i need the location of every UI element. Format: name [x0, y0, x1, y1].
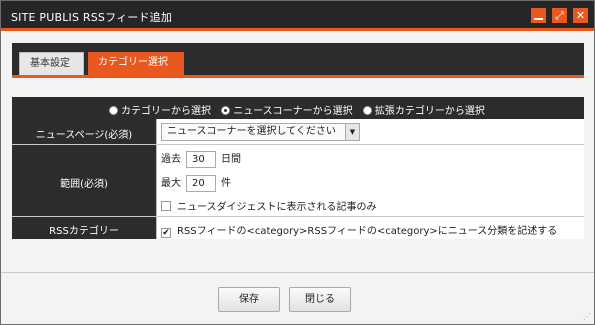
radio-extended-category-label: 拡張カテゴリーから選択	[374, 106, 485, 117]
radio-news-corner[interactable]: ニュースコーナーから選択	[221, 102, 353, 117]
max-unit: 件	[221, 178, 231, 189]
rss-feed-dialog: SITE PUBLIS RSSフィード追加 ⤢ ✕ 基本設定 カテゴリー選択 カ…	[0, 0, 595, 325]
past-days-input[interactable]: 30	[186, 150, 216, 168]
title-bar[interactable]: SITE PUBLIS RSSフィード追加 ⤢ ✕	[1, 1, 594, 31]
field-label: ニュースページ(必須)	[12, 119, 156, 144]
rss-category-option[interactable]: ✔ RSSフィードの<category>RSSフィードの<category>にニュ…	[161, 222, 557, 238]
past-unit: 日間	[221, 154, 241, 165]
max-count-input[interactable]: 20	[186, 174, 216, 192]
digest-only-checkbox[interactable]	[161, 201, 171, 211]
max-prefix: 最大	[161, 178, 181, 189]
dialog-footer: 保存 閉じる ⋰	[1, 273, 594, 324]
source-radio-group: カテゴリーから選択 ニュースコーナーから選択 拡張カテゴリーから選択	[12, 97, 584, 119]
radio-button-icon[interactable]	[109, 106, 118, 115]
field-label: RSSカテゴリー	[12, 217, 156, 239]
window-title: SITE PUBLIS RSSフィード追加	[11, 11, 173, 24]
resize-grip-icon[interactable]: ⋰	[583, 313, 591, 321]
maximize-icon[interactable]: ⤢	[552, 8, 567, 23]
tab-bar: 基本設定 カテゴリー選択	[12, 43, 584, 78]
radio-extended-category[interactable]: 拡張カテゴリーから選択	[362, 102, 485, 117]
digest-only-option[interactable]: ニュースダイジェストに表示される記事のみ	[161, 198, 377, 213]
past-days-line: 過去 30 日間	[161, 150, 241, 168]
radio-category-label: カテゴリーから選択	[121, 106, 211, 117]
radio-button-icon[interactable]	[362, 106, 372, 115]
radio-news-corner-label: ニュースコーナーから選択	[233, 106, 353, 117]
tab-category-select[interactable]: カテゴリー選択	[88, 52, 184, 75]
rss-category-checkbox[interactable]: ✔	[161, 228, 171, 238]
radio-button-checked-icon[interactable]	[221, 106, 231, 115]
digest-only-label: ニュースダイジェストに表示される記事のみ	[177, 202, 377, 213]
tab-basic-settings[interactable]: 基本設定	[19, 52, 84, 75]
save-button[interactable]: 保存	[218, 287, 280, 312]
field-label: 範囲(必須)	[12, 145, 156, 216]
form-row-news-page: ニュースページ(必須) ニュースコーナーを選択してください ▼	[12, 119, 584, 145]
radio-category[interactable]: カテゴリーから選択	[109, 102, 211, 117]
minimize-icon[interactable]	[531, 8, 546, 23]
dropdown-arrow-icon[interactable]: ▼	[345, 124, 359, 140]
past-prefix: 過去	[161, 154, 181, 165]
news-corner-select[interactable]: ニュースコーナーを選択してください ▼	[161, 123, 360, 141]
form-row-rss-category: RSSカテゴリー ✔ RSSフィードの<category>RSSフィードの<cat…	[12, 217, 584, 239]
rss-category-label: RSSフィードの<category>RSSフィードの<category>にニュー…	[177, 226, 558, 237]
close-icon[interactable]: ✕	[573, 8, 588, 23]
select-value: ニュースコーナーを選択してください	[167, 126, 336, 137]
max-count-line: 最大 20 件	[161, 174, 231, 192]
form-row-range: 範囲(必須) 過去 30 日間 最大 20 件 ニュースダイジェストに表示される記事のみ	[12, 145, 584, 217]
close-button[interactable]: 閉じる	[289, 287, 351, 312]
